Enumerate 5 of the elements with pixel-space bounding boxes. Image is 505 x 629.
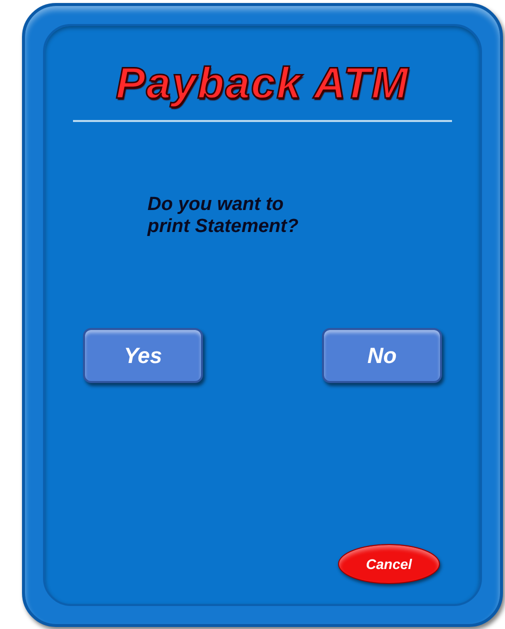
prompt-text: Do you want to print Statement? xyxy=(148,194,300,238)
atm-title: Payback ATM xyxy=(116,62,410,106)
choice-button[interactable]: Yes xyxy=(83,328,203,383)
cancel-button[interactable]: Cancel xyxy=(338,544,440,584)
choice-button[interactable]: No xyxy=(322,328,442,383)
